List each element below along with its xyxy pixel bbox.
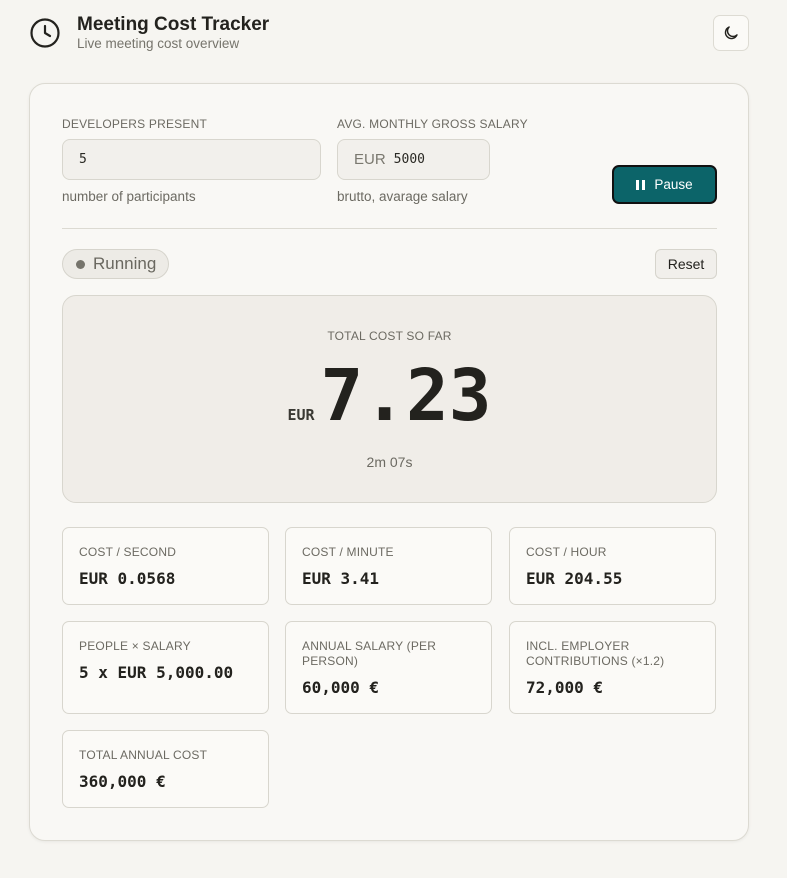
stat-value: 5 x EUR 5,000.00 [79,663,234,682]
salary-hint: brutto, avarage salary [337,189,468,204]
salary-input[interactable] [393,152,489,167]
salary-field-wrapper: EUR [337,139,490,180]
pause-icon [636,179,646,190]
elapsed-time: 2m 07s [366,454,413,470]
developers-hint: number of participants [62,189,196,204]
stat-value: 72,000 € [526,678,604,697]
clock-icon [30,18,60,48]
salary-currency-prefix: EUR [354,151,386,168]
pause-button-label: Pause [654,177,693,192]
stat-label: COST / SECOND [79,545,177,559]
stat-card-cost-second: COST / SECOND EUR 0.0568 [62,527,269,605]
status-badge: Running [62,249,169,279]
theme-toggle-button[interactable] [713,15,749,51]
stat-label: COST / MINUTE [302,545,394,559]
stat-card-total-annual-cost: TOTAL ANNUAL COST 360,000 € [62,730,269,808]
stat-label: TOTAL ANNUAL COST [79,748,208,762]
stat-value: EUR 3.41 [302,569,380,588]
stat-value: 360,000 € [79,772,166,791]
app-header: Meeting Cost Tracker Live meeting cost o… [29,15,749,55]
stat-label: INCL. EMPLOYER CONTRIBUTIONS (×1.2) [526,639,665,668]
total-cost-row: EUR 7.23 [63,358,716,434]
total-cost-panel: TOTAL COST SO FAR EUR 7.23 2m 07s [62,295,717,503]
reset-button[interactable]: Reset [655,249,717,279]
stat-card-cost-minute: COST / MINUTE EUR 3.41 [285,527,492,605]
stat-value: EUR 0.0568 [79,569,176,588]
stat-label: PEOPLE × SALARY [79,639,191,653]
app-subtitle: Live meeting cost overview [77,36,240,51]
salary-label: AVG. MONTHLY GROSS SALARY [337,117,528,131]
total-cost-value: 7.23 [320,354,492,437]
developers-label: DEVELOPERS PRESENT [62,117,207,131]
divider [62,228,717,229]
stat-card-cost-hour: COST / HOUR EUR 204.55 [509,527,716,605]
stat-card-annual-salary: ANNUAL SALARY (PER PERSON) 60,000 € [285,621,492,714]
stat-value: EUR 204.55 [526,569,623,588]
total-cost-currency: EUR [287,406,315,424]
stat-value: 60,000 € [302,678,380,697]
status-text: Running [93,254,157,273]
stat-label: ANNUAL SALARY (PER PERSON) [302,639,437,668]
pause-button[interactable]: Pause [612,165,717,204]
developers-input[interactable] [79,152,320,167]
stat-card-people-salary: PEOPLE × SALARY 5 x EUR 5,000.00 [62,621,269,714]
developers-field-wrapper [62,139,321,180]
status-dot-icon [76,259,85,269]
total-cost-label: TOTAL COST SO FAR [327,329,452,343]
app-title: Meeting Cost Tracker [77,14,270,35]
main-card: DEVELOPERS PRESENT number of participant… [29,83,749,841]
stat-label: COST / HOUR [526,545,607,559]
moon-icon [724,26,738,40]
stat-card-employer-contributions: INCL. EMPLOYER CONTRIBUTIONS (×1.2) 72,0… [509,621,716,714]
